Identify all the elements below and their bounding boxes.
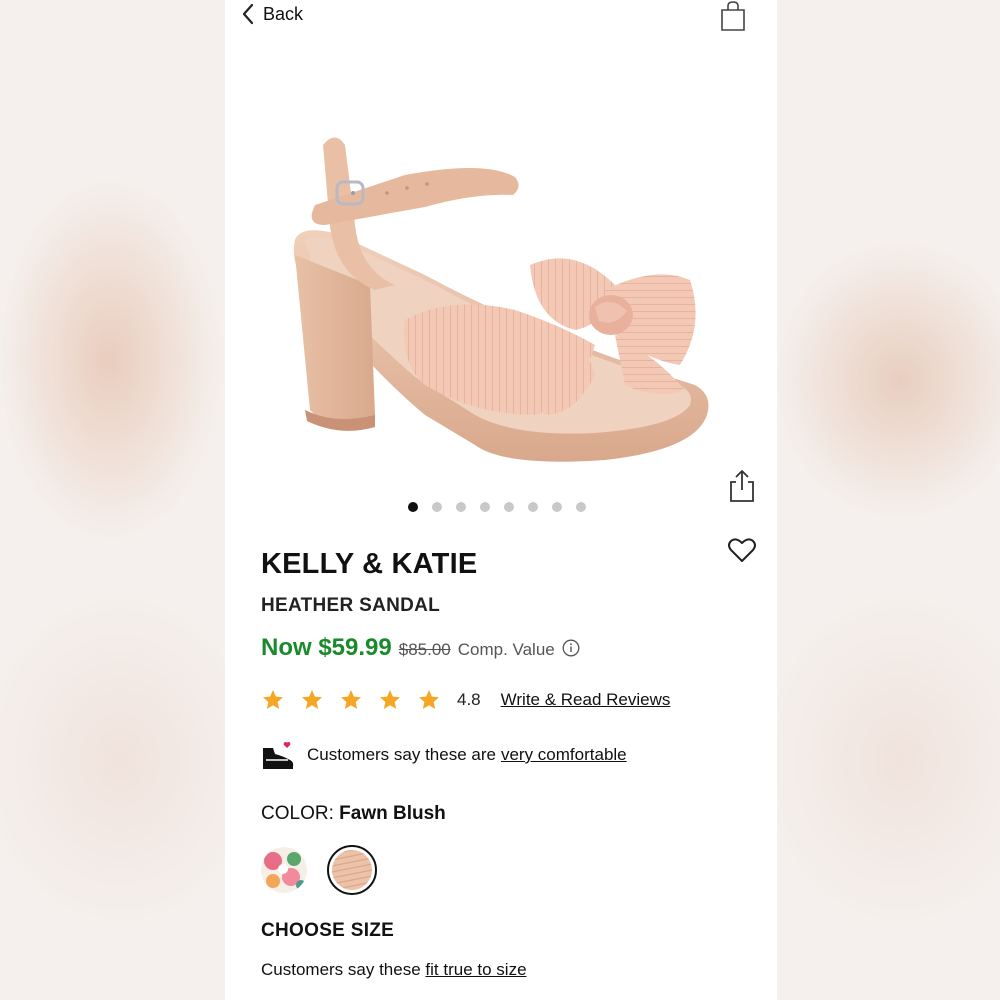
- price-row: Now $59.99 $85.00 Comp. Value: [261, 634, 580, 662]
- comp-value-label: Comp. Value: [457, 640, 555, 659]
- star-icon: [341, 690, 361, 709]
- gallery-dot[interactable]: [528, 502, 538, 512]
- star-rating[interactable]: [261, 688, 441, 712]
- gallery-dot[interactable]: [552, 502, 562, 512]
- gallery-dot[interactable]: [504, 502, 514, 512]
- comfort-link[interactable]: very comfortable: [501, 745, 627, 765]
- gallery-dot[interactable]: [456, 502, 466, 512]
- color-swatches: [261, 844, 378, 898]
- gallery-dot[interactable]: [408, 502, 418, 512]
- product-title: HEATHER SANDAL: [261, 595, 441, 616]
- choose-size-heading: CHOOSE SIZE: [261, 920, 395, 941]
- star-icon: [302, 690, 322, 709]
- star-icon: [263, 690, 283, 709]
- back-button[interactable]: Back: [241, 2, 303, 26]
- product-image[interactable]: [275, 115, 715, 475]
- rating-value: 4.8: [457, 690, 481, 709]
- swatch-floral[interactable]: [261, 847, 307, 893]
- info-icon[interactable]: [562, 639, 580, 657]
- brand-name[interactable]: KELLY & KATIE: [261, 548, 477, 581]
- back-label: Back: [263, 3, 304, 24]
- selected-color-name: Fawn Blush: [339, 803, 446, 824]
- fit-link[interactable]: fit true to size: [425, 960, 526, 979]
- comfort-callout: Customers say these are very comfortable: [261, 740, 627, 770]
- comfort-text: Customers say these are: [307, 745, 496, 764]
- heart-icon[interactable]: [727, 536, 757, 564]
- app-screen: Back KELLY & KATIE HEATHER SANDAL Now $5…: [225, 0, 777, 1000]
- top-bar: Back: [225, 0, 777, 34]
- sale-price: Now $59.99: [261, 634, 392, 661]
- gallery-dot[interactable]: [432, 502, 442, 512]
- gallery-dot[interactable]: [576, 502, 586, 512]
- share-icon[interactable]: [727, 468, 757, 504]
- original-price: $85.00: [398, 640, 451, 659]
- star-icon: [419, 690, 439, 709]
- swatch-fawn-blush-fill: [326, 844, 378, 898]
- fit-callout: Customers say these fit true to size: [261, 960, 527, 980]
- star-icon: [380, 690, 400, 709]
- sneaker-heart-icon: [263, 741, 294, 769]
- gallery-dot[interactable]: [480, 502, 490, 512]
- chevron-left-icon: [242, 3, 254, 25]
- color-label-prefix: COLOR:: [261, 803, 334, 824]
- shopping-bag-icon[interactable]: [717, 0, 749, 32]
- reviews-link[interactable]: Write & Read Reviews: [501, 690, 671, 710]
- swatch-fawn-blush[interactable]: [326, 844, 378, 898]
- color-label: COLOR: Fawn Blush: [261, 803, 446, 825]
- gallery-pagination: [408, 502, 586, 512]
- fit-text: Customers say these: [261, 960, 421, 979]
- rating-row: 4.8 Write & Read Reviews: [261, 688, 670, 712]
